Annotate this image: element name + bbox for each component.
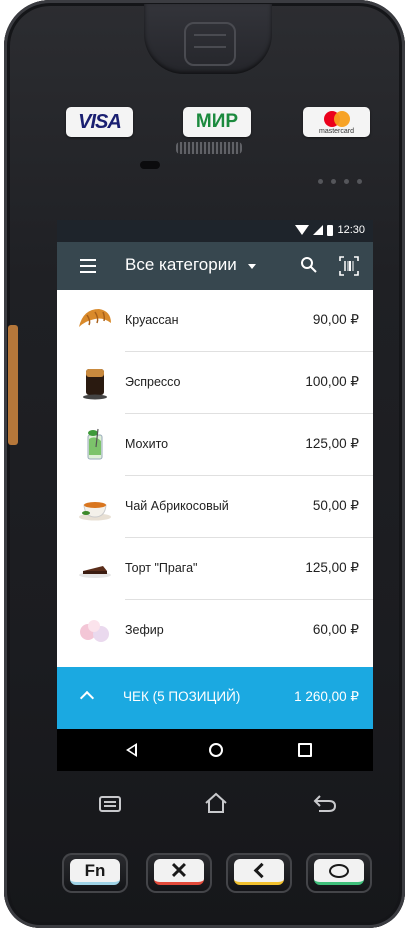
android-nav-bar: [57, 729, 373, 771]
checkout-label: ЧЕК (5 ПОЗИЦИЙ): [123, 689, 241, 704]
nav-back-icon[interactable]: [126, 743, 137, 757]
visa-logo-text: VISA: [78, 110, 122, 133]
search-icon[interactable]: [300, 256, 318, 274]
product-row[interactable]: Эспрессо 100,00 ₽: [57, 352, 373, 414]
mastercard-logo-text: mastercard: [318, 128, 354, 135]
product-row[interactable]: Круассан 90,00 ₽: [57, 290, 373, 352]
printer-slot: [184, 22, 236, 66]
product-name: Зефир: [125, 623, 164, 637]
product-row[interactable]: Мохито 125,00 ₽: [57, 414, 373, 476]
product-name: Мохито: [125, 437, 169, 451]
circle-icon: [329, 863, 349, 878]
barcode-scan-icon[interactable]: [338, 255, 360, 277]
chevron-left-icon: [253, 862, 269, 879]
product-price: 50,00 ₽: [312, 498, 359, 513]
product-row[interactable]: Чай Абрикосовый 50,00 ₽: [57, 476, 373, 538]
mir-logo: МИР: [183, 107, 251, 137]
hardware-menu-key-icon[interactable]: [96, 793, 124, 815]
checkout-total: 1 260,00 ₽: [294, 689, 359, 704]
mojito-glass-icon: [87, 428, 103, 460]
dropdown-arrow-icon[interactable]: [248, 264, 256, 269]
product-price: 60,00 ₽: [312, 622, 359, 637]
fn-key-label: Fn: [84, 860, 106, 880]
mir-logo-text: МИР: [195, 111, 239, 132]
battery-icon: [327, 224, 334, 236]
product-name: Круассан: [125, 313, 179, 327]
app-toolbar: Все категории: [57, 242, 373, 290]
product-price: 125,00 ₽: [305, 560, 359, 575]
cake-slice-icon: [79, 566, 111, 578]
product-row[interactable]: Зефир 60,00 ₽: [57, 600, 373, 662]
visa-logo: VISA: [66, 107, 133, 137]
category-selector[interactable]: Все категории: [125, 255, 237, 275]
product-price: 125,00 ₽: [305, 436, 359, 451]
backspace-key[interactable]: [226, 853, 292, 893]
speaker-grille: [176, 142, 242, 154]
product-name: Чай Абрикосовый: [125, 499, 229, 513]
sensor-dots: [318, 171, 378, 184]
status-bar: 12:30: [57, 220, 373, 242]
mastercard-circles-icon: [323, 111, 350, 127]
product-price: 90,00 ₽: [312, 312, 359, 327]
marshmallow-icon: [80, 620, 109, 642]
ok-key[interactable]: [306, 853, 372, 893]
tea-cup-icon: [79, 502, 111, 521]
cancel-key[interactable]: ✕: [146, 853, 212, 893]
nav-home-icon[interactable]: [209, 743, 223, 757]
screen: 12:30 Все категории Круассан 90,00 ₽ Эсп…: [57, 220, 373, 771]
mastercard-logo: mastercard: [303, 107, 370, 137]
close-icon: ✕: [169, 857, 189, 883]
product-name: Эспрессо: [125, 375, 181, 389]
checkout-bar[interactable]: ЧЕК (5 ПОЗИЦИЙ) 1 260,00 ₽: [57, 667, 373, 729]
nav-recent-apps-icon[interactable]: [298, 743, 312, 757]
hardware-home-key-icon[interactable]: [202, 790, 230, 816]
product-row[interactable]: Торт "Прага" 125,00 ₽: [57, 538, 373, 600]
menu-icon[interactable]: [80, 259, 96, 273]
espresso-cup-icon: [83, 369, 107, 400]
fn-key[interactable]: Fn: [62, 853, 128, 893]
side-button[interactable]: [8, 325, 18, 445]
product-list: Круассан 90,00 ₽ Эспрессо 100,00 ₽ Мохит…: [57, 290, 373, 662]
hardware-back-key-icon[interactable]: [311, 790, 339, 816]
status-time: 12:30: [337, 224, 365, 236]
product-price: 100,00 ₽: [305, 374, 359, 389]
printer-cover: [144, 4, 272, 74]
croissant-icon: [79, 309, 111, 327]
wifi-icon: [295, 225, 310, 235]
signal-icon: [313, 225, 324, 235]
chevron-up-icon[interactable]: [79, 690, 95, 706]
physical-keypad: Fn ✕: [52, 853, 372, 903]
front-camera: [140, 161, 160, 169]
product-name: Торт "Прага": [125, 561, 198, 575]
